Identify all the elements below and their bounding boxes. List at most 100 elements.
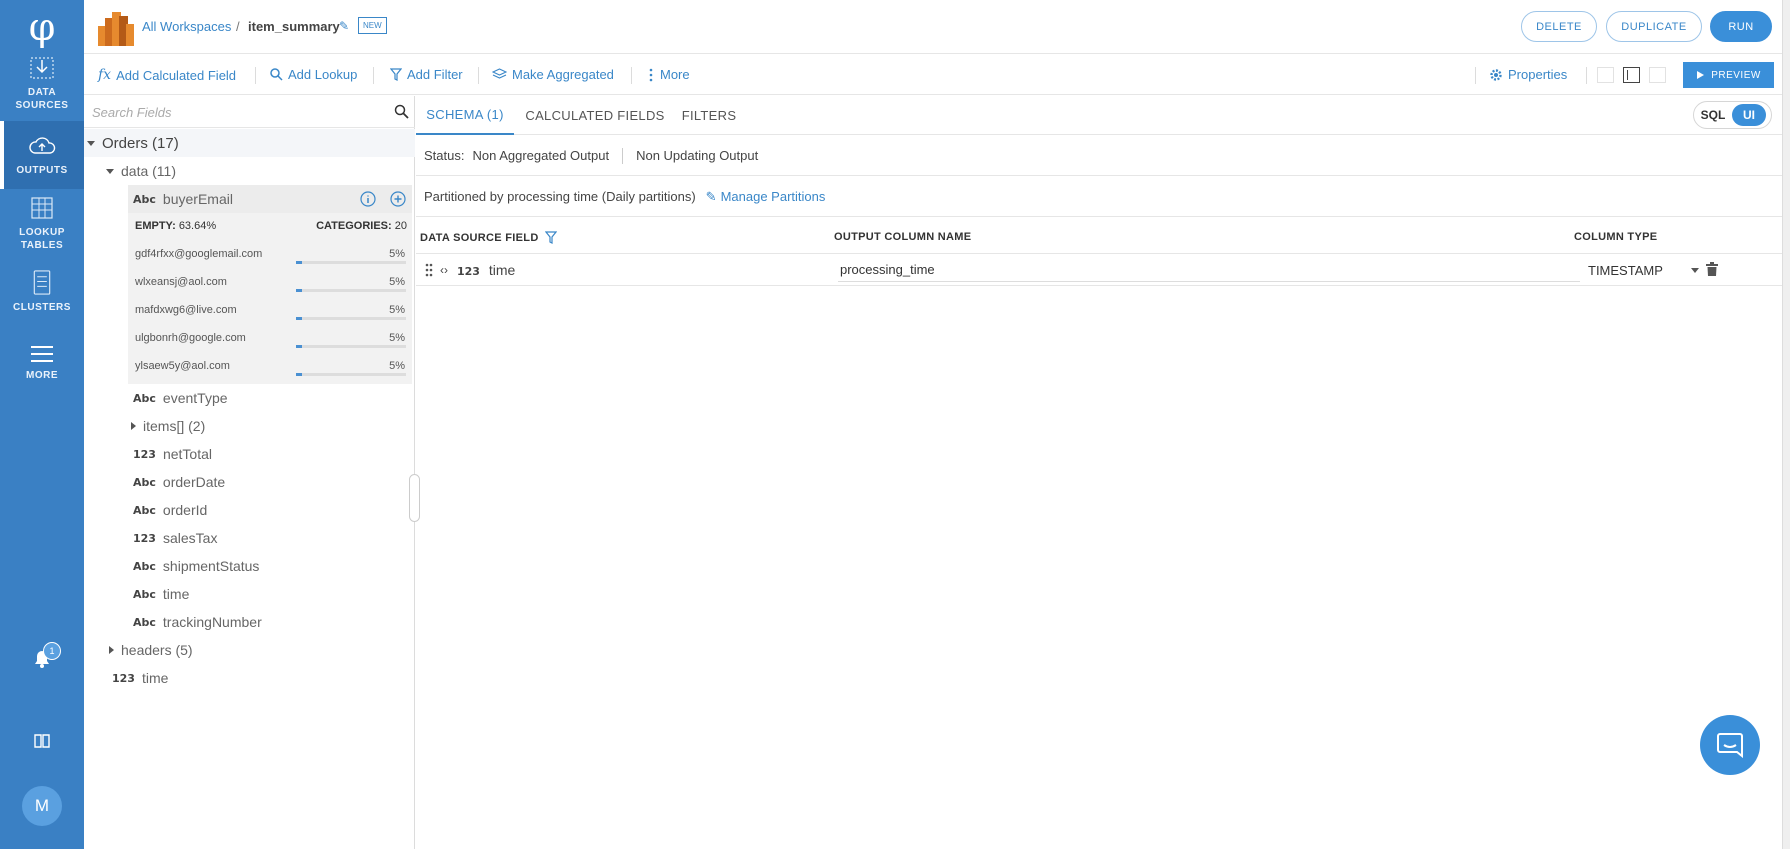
tree-label: Orders (17) — [102, 134, 179, 152]
add-calculated-field-label: Add Calculated Field — [116, 67, 237, 83]
source-field: 123 time — [457, 262, 515, 278]
user-menu[interactable]: M — [0, 786, 84, 826]
properties-label: Properties — [1508, 67, 1568, 82]
tree-root-orders[interactable]: Orders (17) — [84, 129, 415, 157]
field-name: eventType — [162, 390, 228, 406]
edit-title-icon[interactable]: ✎ — [339, 19, 349, 33]
nav-outputs[interactable]: OUTPUTS — [0, 121, 84, 189]
sql-ui-toggle[interactable]: SQL UI — [1693, 101, 1772, 129]
app-logo[interactable]: φ — [0, 0, 84, 54]
field-search — [84, 96, 415, 128]
stat-row: wlxeansj@aol.com 5% — [128, 268, 412, 296]
delete-button[interactable]: DELETE — [1521, 11, 1597, 42]
add-lookup-button[interactable]: Add Lookup — [270, 67, 357, 82]
categories-value: 20 — [394, 220, 407, 232]
field-eventtype[interactable]: Abc eventType — [84, 384, 415, 412]
type-tag: 123 — [112, 671, 135, 685]
breadcrumb-workspaces[interactable]: All Workspaces — [142, 19, 231, 34]
add-calculated-field-button[interactable]: fx Add Calculated Field — [98, 67, 236, 83]
type-tag: Abc — [133, 475, 156, 489]
tree-group-data[interactable]: data (11) — [84, 157, 415, 185]
field-orderdate[interactable]: Abc orderDate — [84, 468, 415, 496]
chevron-down-icon[interactable] — [1691, 268, 1699, 273]
stat-row: ylsaew5y@aol.com 5% — [128, 352, 412, 380]
nav-label: DATA — [27, 87, 57, 98]
tree-group-items[interactable]: items[] (2) — [84, 412, 415, 440]
stat-value: ylsaew5y@aol.com — [135, 360, 230, 372]
field-name: orderDate — [162, 474, 226, 490]
tab-calculated-fields[interactable]: CALCULATED FIELDS — [524, 96, 666, 135]
nav-lookup-tables[interactable]: LOOKUP TABLES — [0, 196, 84, 254]
source-field-name: time — [488, 262, 516, 278]
field-time[interactable]: Abc time — [84, 580, 415, 608]
filter-icon[interactable] — [544, 231, 557, 244]
nav-label: OUTPUTS — [16, 165, 68, 176]
gear-icon — [1489, 68, 1503, 82]
tree-group-headers[interactable]: headers (5) — [84, 636, 415, 664]
stat-bar — [296, 289, 406, 292]
search-input[interactable] — [92, 102, 382, 122]
field-name: buyerEmail — [162, 191, 233, 207]
stat-percent: 5% — [389, 248, 405, 260]
search-icon — [270, 68, 283, 81]
stat-bar — [296, 345, 406, 348]
layout-split-icon[interactable] — [1623, 67, 1640, 83]
chat-support-button[interactable] — [1700, 715, 1760, 775]
preview-button[interactable]: PREVIEW — [1683, 62, 1774, 88]
more-button[interactable]: More — [647, 67, 690, 82]
stat-percent: 5% — [389, 360, 405, 372]
tree-label: data (11) — [121, 163, 176, 179]
add-filter-button[interactable]: Add Filter — [390, 67, 463, 82]
sql-option[interactable]: SQL — [1694, 108, 1732, 122]
type-tag: 123 — [457, 265, 480, 278]
field-name: shipmentStatus — [162, 558, 260, 574]
divider — [373, 67, 374, 84]
info-icon[interactable] — [360, 191, 376, 207]
field-orderid[interactable]: Abc orderId — [84, 496, 415, 524]
stat-bar-fill — [296, 261, 302, 264]
add-field-icon[interactable] — [390, 191, 406, 207]
field-name: time — [162, 586, 190, 602]
stat-row: gdf4rfxx@googlemail.com 5% — [128, 240, 412, 268]
updating-status: Non Updating Output — [636, 148, 759, 163]
column-type-select[interactable]: TIMESTAMP — [1588, 263, 1663, 278]
properties-button[interactable]: Properties — [1489, 67, 1567, 82]
layout-bottom-icon[interactable] — [1649, 67, 1666, 83]
manage-partitions-link[interactable]: ✎ Manage Partitions — [706, 189, 826, 205]
nav-label: LOOKUP — [19, 227, 65, 238]
field-root-time[interactable]: 123 time — [84, 664, 415, 692]
notifications[interactable]: 1 — [0, 642, 84, 671]
stat-value: wlxeansj@aol.com — [135, 276, 227, 288]
make-aggregated-button[interactable]: Make Aggregated — [492, 67, 614, 82]
field-shipmentstatus[interactable]: Abc shipmentStatus — [84, 552, 415, 580]
docs-link[interactable] — [0, 734, 84, 748]
nav-data-sources[interactable]: DATA SOURCES — [0, 56, 84, 114]
categories-stat: CATEGORIES: 20 — [316, 220, 407, 232]
stat-percent: 5% — [389, 276, 405, 288]
manage-partitions-label: Manage Partitions — [720, 189, 826, 204]
drag-handle-icon[interactable] — [425, 263, 433, 277]
ui-option[interactable]: UI — [1732, 104, 1766, 126]
type-tag: 123 — [133, 447, 156, 461]
layers-icon — [492, 68, 507, 81]
nav-more[interactable]: MORE — [0, 345, 84, 385]
field-salestax[interactable]: 123 salesTax — [84, 524, 415, 552]
expand-icon — [87, 140, 95, 146]
duplicate-button[interactable]: DUPLICATE — [1606, 11, 1702, 42]
nav-clusters[interactable]: CLUSTERS — [0, 270, 84, 314]
col-header-label: DATA SOURCE FIELD — [420, 231, 539, 244]
tab-filters[interactable]: FILTERS — [674, 96, 744, 135]
field-nettotal[interactable]: 123 netTotal — [84, 440, 415, 468]
empty-value: 63.64% — [178, 220, 217, 232]
partition-text: Partitioned by processing time (Daily pa… — [424, 189, 696, 204]
tab-schema[interactable]: SCHEMA (1) — [416, 96, 514, 135]
field-buyeremail[interactable]: Abc buyerEmail — [128, 185, 412, 213]
search-icon[interactable] — [394, 104, 409, 119]
trash-icon[interactable] — [1706, 262, 1718, 276]
layout-full-icon[interactable] — [1597, 67, 1614, 83]
run-button[interactable]: RUN — [1710, 11, 1772, 42]
avatar[interactable]: M — [22, 786, 62, 826]
output-column-name-input[interactable] — [838, 258, 1580, 282]
field-trackingnumber[interactable]: Abc trackingNumber — [84, 608, 415, 636]
aggregation-status: Non Aggregated Output — [472, 148, 610, 163]
